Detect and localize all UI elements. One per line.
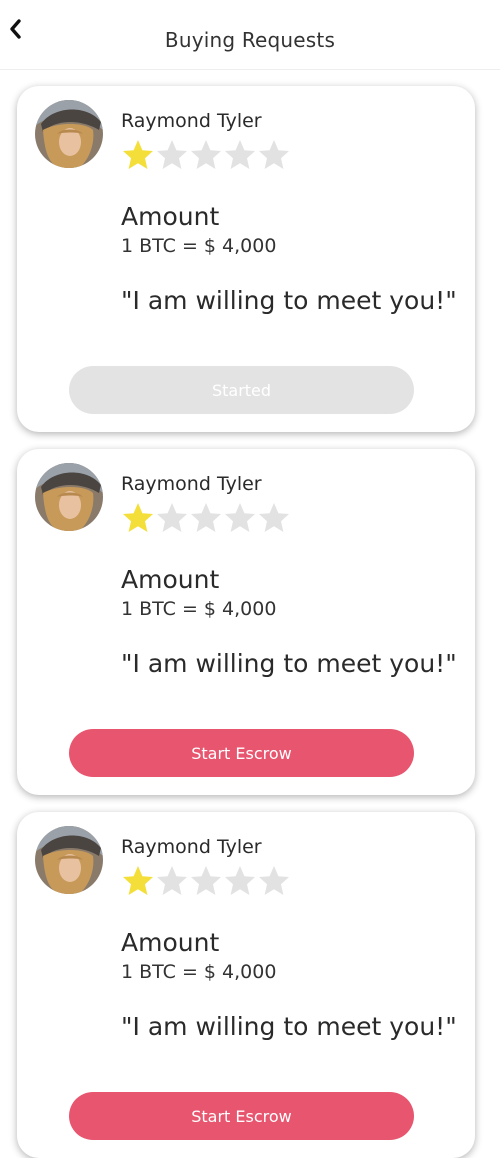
star-empty-icon — [225, 140, 255, 169]
star-empty-icon — [259, 140, 289, 169]
star-empty-icon — [225, 503, 255, 532]
star-empty-icon — [157, 866, 187, 895]
requester-name: Raymond Tyler — [121, 110, 262, 132]
request-message: "I am willing to meet you!" — [121, 649, 457, 678]
avatar — [35, 463, 103, 531]
app-header: Buying Requests — [0, 0, 500, 70]
request-message: "I am willing to meet you!" — [121, 286, 457, 315]
star-filled-icon — [123, 866, 153, 895]
avatar — [35, 100, 103, 168]
amount-label: Amount — [121, 928, 220, 957]
start-escrow-button[interactable]: Start Escrow — [69, 729, 414, 777]
request-card: Raymond Tyler Amount 1 BTC = $ 4,000 "I … — [17, 449, 475, 795]
amount-value: 1 BTC = $ 4,000 — [121, 961, 277, 983]
star-empty-icon — [157, 140, 187, 169]
requester-name: Raymond Tyler — [121, 836, 262, 858]
star-filled-icon — [123, 140, 153, 169]
amount-label: Amount — [121, 565, 220, 594]
rating-stars — [121, 864, 291, 896]
rating-stars — [121, 138, 291, 170]
request-card: Raymond Tyler Amount 1 BTC = $ 4,000 "I … — [17, 812, 475, 1158]
star-empty-icon — [225, 866, 255, 895]
amount-value: 1 BTC = $ 4,000 — [121, 598, 277, 620]
start-escrow-button[interactable]: Start Escrow — [69, 1092, 414, 1140]
star-empty-icon — [191, 503, 221, 532]
request-card: Raymond Tyler Amount 1 BTC = $ 4,000 "I … — [17, 86, 475, 432]
amount-value: 1 BTC = $ 4,000 — [121, 235, 277, 257]
avatar — [35, 826, 103, 894]
page-title: Buying Requests — [164, 28, 336, 52]
request-message: "I am willing to meet you!" — [121, 1012, 457, 1041]
amount-label: Amount — [121, 202, 220, 231]
star-empty-icon — [191, 866, 221, 895]
star-filled-icon — [123, 503, 153, 532]
star-empty-icon — [157, 503, 187, 532]
star-empty-icon — [259, 866, 289, 895]
star-empty-icon — [259, 503, 289, 532]
requester-name: Raymond Tyler — [121, 473, 262, 495]
started-button[interactable]: Started — [69, 366, 414, 414]
rating-stars — [121, 501, 291, 533]
star-empty-icon — [191, 140, 221, 169]
